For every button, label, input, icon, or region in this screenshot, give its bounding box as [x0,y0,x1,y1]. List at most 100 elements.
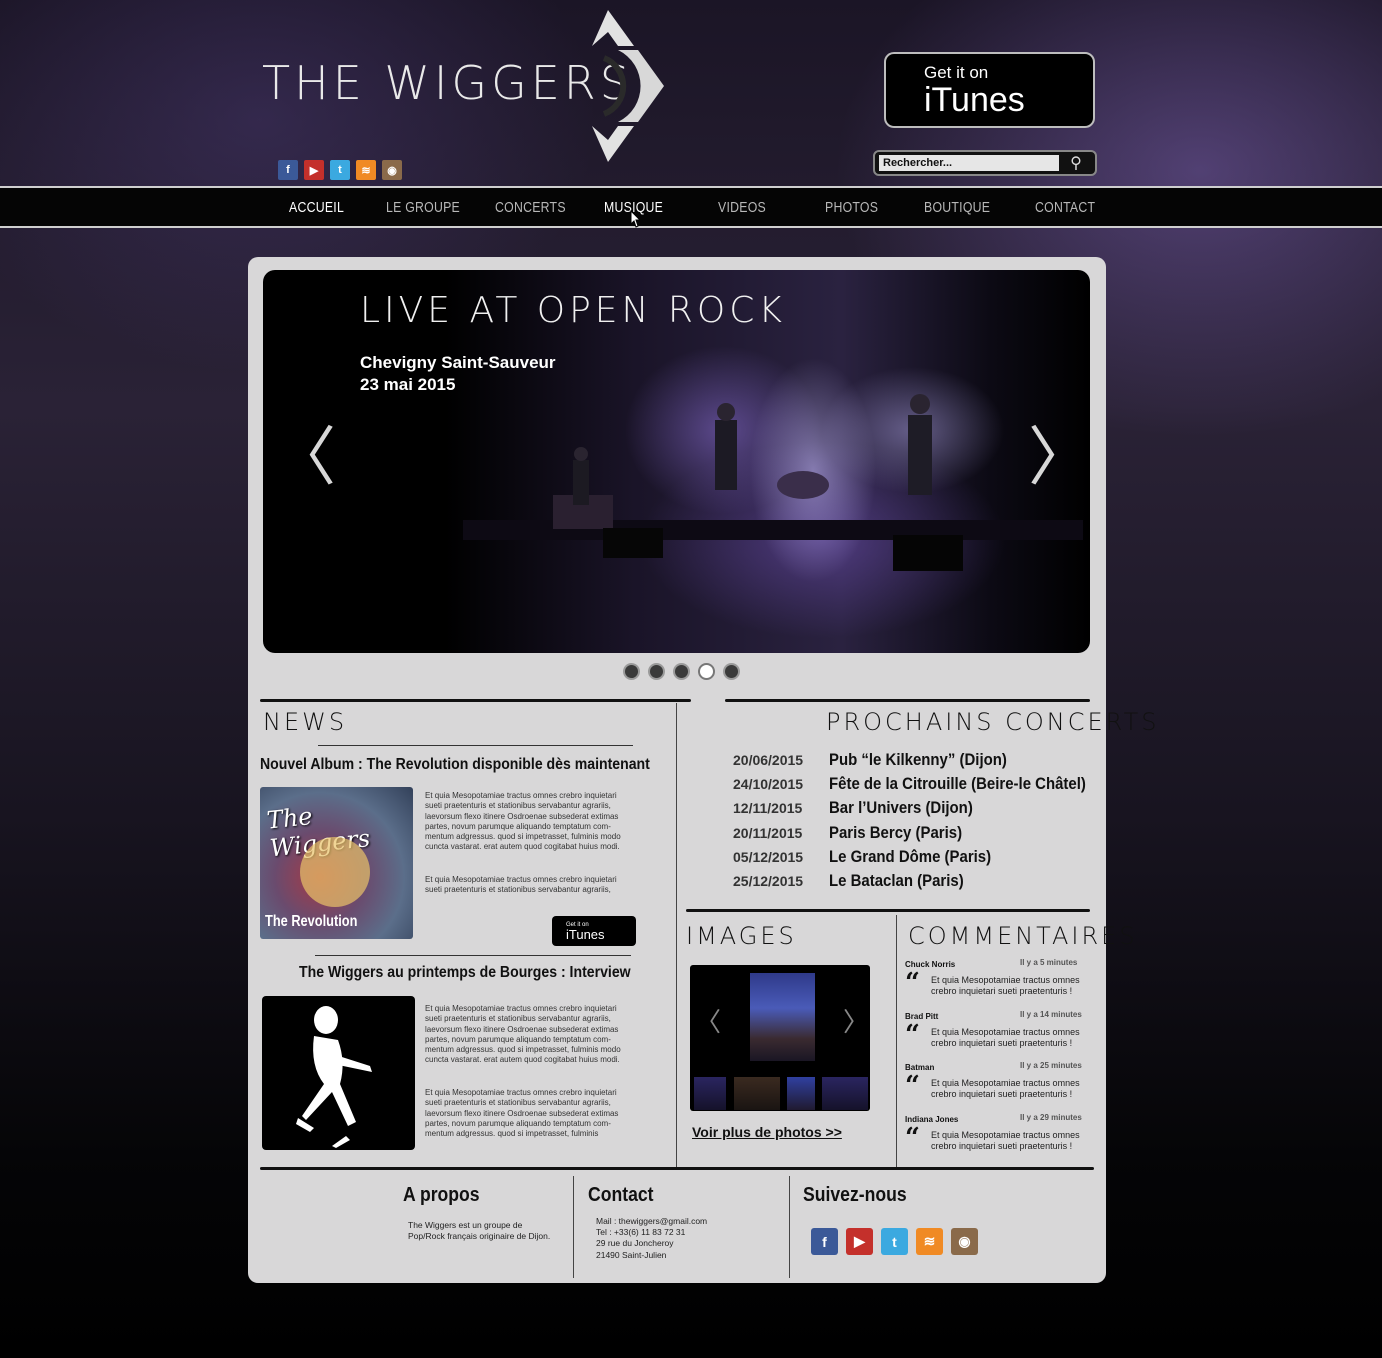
guitarist-logo-image[interactable] [262,996,415,1150]
nav-item-boutique[interactable]: BOUTIQUE [924,199,990,216]
comment-text: Et quia Mesopotamiae tractus omnes crebr… [931,975,1080,996]
slider-dot[interactable] [673,663,690,680]
concert-row[interactable]: 05/12/2015 Le Grand Dôme (Paris) [733,847,1121,871]
slide-location: Chevigny Saint-Sauveur [360,353,556,372]
cover-caption: The Revolution [265,913,358,930]
news-headline-2[interactable]: The Wiggers au printemps de Bourges : In… [299,964,631,982]
slider-dot[interactable] [698,663,715,680]
facebook-icon[interactable]: f [278,160,298,180]
column-divider [676,703,677,1168]
about-text: The Wiggers est un groupe de Pop/Rock fr… [408,1220,551,1242]
slide-title: LIVE AT OPEN ROCK [360,290,787,331]
main-nav: ACCUEIL LE GROUPE CONCERTS MUSIQUE VIDEO… [0,186,1382,228]
concert-venue: Paris Bercy (Paris) [829,822,963,842]
concerts-top-rule [725,699,1090,702]
instagram-icon[interactable]: ◉ [951,1228,978,1255]
contact-title: Contact [588,1184,654,1206]
concert-venue: Fête de la Citrouille (Beire-le Châtel) [829,774,1086,794]
slider-dot[interactable] [648,663,665,680]
concert-venue: Le Grand Dôme (Paris) [829,846,992,866]
concert-date: 12/11/2015 [733,800,803,817]
header-social-links: f ▶ t ≋ ◉ [278,160,402,180]
search-icon[interactable]: ⚲ [1065,153,1087,173]
search-box: ⚲ [873,150,1097,176]
comment-time: Il y a 14 minutes [1020,1010,1082,1019]
news-top-rule [260,699,691,702]
concert-row[interactable]: 20/11/2015 Paris Bercy (Paris) [733,823,1121,847]
itunes-badge[interactable]: Get it on iTunes [884,52,1095,128]
footer-social-links: f ▶ t ≋ ◉ [811,1228,978,1255]
gallery-thumb[interactable] [694,1077,726,1110]
news-1-paragraph-2: Et quia Mesopotamiae tractus omnes crebr… [425,875,617,895]
slide-subtitle: Chevigny Saint-Sauveur 23 mai 2015 [360,352,556,396]
comments-title: COMMENTAIRES [908,922,1138,950]
concert-date: 20/06/2015 [733,752,804,768]
quote-icon: “ [905,1020,920,1050]
rss-icon[interactable]: ≋ [916,1228,943,1255]
gallery-thumb[interactable] [822,1077,868,1110]
quote-icon: “ [905,1071,920,1101]
itunes-small-bottom: iTunes [566,926,605,942]
slide-date: 23 mai 2015 [360,375,456,394]
follow-title: Suivez-nous [803,1184,907,1206]
nav-item-photos[interactable]: PHOTOS [825,199,878,216]
about-title: A propos [403,1184,480,1206]
concert-venue: Bar l’Univers (Dijon) [829,798,973,818]
concert-venue: Pub “le Kilkenny” (Dijon) [829,750,1007,769]
nav-item-videos[interactable]: VIDEOS [718,199,766,216]
twitter-icon[interactable]: t [881,1228,908,1255]
quote-icon: “ [905,1123,920,1153]
news-divider [318,745,633,746]
youtube-icon[interactable]: ▶ [304,160,324,180]
news-divider-2 [315,955,631,956]
rss-icon[interactable]: ≋ [356,160,376,180]
gallery-thumb[interactable] [787,1077,815,1110]
footer-top-rule [260,1167,1094,1170]
gallery-thumb[interactable] [734,1077,780,1110]
concert-date: 05/12/2015 [733,848,804,865]
gallery-main-photo[interactable] [750,973,815,1061]
comment-time: Il y a 5 minutes [1020,958,1078,967]
slider-dot[interactable] [623,663,640,680]
guitarist-icon [296,1006,372,1148]
concert-date: 24/10/2015 [733,776,804,793]
concert-row[interactable]: 24/10/2015 Fête de la Citrouille (Beire-l… [733,774,1121,798]
slider-next-arrow-icon[interactable]: 〉 [1028,426,1092,490]
nav-item-concerts[interactable]: CONCERTS [495,199,566,216]
gallery-next-arrow-icon[interactable]: 〉 [843,1002,869,1039]
youtube-icon[interactable]: ▶ [846,1228,873,1255]
concert-date: 20/11/2015 [733,824,803,841]
itunes-small-badge[interactable]: Get it on iTunes [552,916,636,946]
news-2-paragraph-1: Et quia Mesopotamiae tractus omnes crebr… [425,1004,621,1065]
concert-row[interactable]: 20/06/2015 Pub “le Kilkenny” (Dijon) [733,750,1121,774]
instagram-icon[interactable]: ◉ [382,160,402,180]
images-comments-divider [896,915,897,1168]
nav-item-le-groupe[interactable]: LE GROUPE [386,199,460,216]
images-top-rule [686,909,1090,912]
twitter-icon[interactable]: t [330,160,350,180]
images-title: IMAGES [686,922,797,950]
footer-divider-2 [789,1176,790,1278]
comment-text: Et quia Mesopotamiae tractus omnes crebr… [931,1130,1080,1151]
concert-row[interactable]: 25/12/2015 Le Bataclan (Paris) [733,871,1121,895]
concert-row[interactable]: 12/11/2015 Bar l’Univers (Dijon) [733,798,1121,822]
more-photos-link[interactable]: Voir plus de photos >> [692,1124,842,1140]
slider-prev-arrow-icon[interactable]: 〈 [272,426,336,490]
search-input[interactable] [879,155,1059,171]
news-headline-1[interactable]: Nouvel Album : The Revolution disponible… [260,756,650,774]
mouse-cursor-icon [630,210,640,228]
nav-item-contact[interactable]: CONTACT [1035,199,1095,216]
concerts-list: 20/06/2015 Pub “le Kilkenny” (Dijon) 24/10… [733,750,1121,895]
slider-dots [623,663,740,680]
comment-time: Il y a 25 minutes [1020,1061,1082,1070]
slider-dot[interactable] [723,663,740,680]
album-cover-the-revolution[interactable]: The Wiggers The Revolution [260,787,413,939]
comment-text: Et quia Mesopotamiae tractus omnes crebr… [931,1078,1080,1099]
itunes-badge-top: Get it on [924,63,989,82]
comment-text: Et quia Mesopotamiae tractus omnes crebr… [931,1027,1080,1048]
news-title: NEWS [263,708,348,736]
facebook-icon[interactable]: f [811,1228,838,1255]
nav-item-accueil[interactable]: ACCUEIL [289,199,344,216]
gallery-prev-arrow-icon[interactable]: 〈 [695,1002,721,1039]
concert-date: 25/12/2015 [733,872,804,889]
